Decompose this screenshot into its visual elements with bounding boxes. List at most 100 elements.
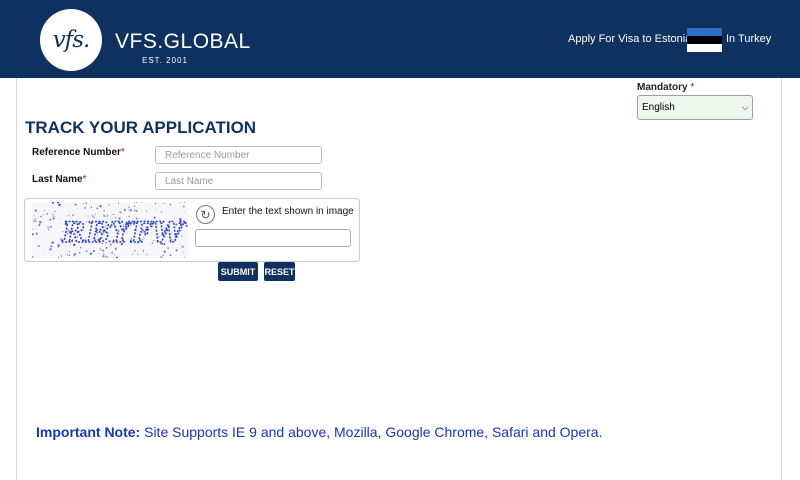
- captcha-noise-dot: [33, 215, 35, 217]
- required-star: *: [690, 82, 695, 93]
- mandatory-label-text: Mandatory: [637, 82, 688, 93]
- reference-number-label: Reference Number*: [32, 147, 125, 158]
- captcha-noise-dot: [34, 209, 37, 212]
- required-star: *: [82, 174, 87, 185]
- captcha-noise-dot: [60, 255, 62, 257]
- captcha-noise-dot: [183, 211, 185, 213]
- captcha-noise-dot: [137, 253, 139, 255]
- language-select[interactable]: English ⌵: [637, 95, 753, 120]
- captcha-noise-dot: [44, 209, 46, 211]
- captcha-noise-dot: [52, 217, 55, 220]
- captcha-noise-dot: [32, 233, 34, 236]
- last-name-input[interactable]: Last Name: [155, 172, 322, 190]
- captcha-noise-dot: [39, 221, 41, 223]
- last-name-label: Last Name*: [32, 174, 86, 185]
- captcha-noise-dot: [101, 249, 103, 252]
- captcha-noise-dot: [90, 206, 93, 208]
- captcha-hint: Enter the text shown in image: [222, 206, 354, 217]
- flag-stripe-white: [687, 44, 722, 52]
- captcha-noise-dot: [50, 245, 53, 248]
- captcha-noise-dot: [112, 214, 114, 215]
- captcha-noise-dot: [183, 256, 186, 258]
- captcha-noise-dot: [52, 215, 55, 218]
- captcha-noise-dot: [128, 207, 130, 209]
- captcha-noise-dot: [135, 209, 138, 212]
- captcha-noise-dot: [74, 253, 76, 256]
- captcha-noise-dot: [185, 224, 188, 228]
- captcha-noise-dot: [113, 254, 115, 256]
- captcha-noise-dot: [103, 210, 105, 212]
- captcha-noise-dot: [42, 210, 44, 212]
- site-header: vfs. VFS.GLOBAL EST. 2001 Apply For Visa…: [0, 0, 800, 78]
- captcha-noise-dot: [78, 251, 81, 254]
- last-name-label-text: Last Name: [32, 174, 83, 185]
- captcha-noise-dot: [182, 205, 185, 208]
- flag-stripe-black: [687, 36, 722, 44]
- estonia-flag-icon: [687, 28, 722, 52]
- captcha-noise-dot: [54, 210, 56, 213]
- chevron-down-icon: ⌵: [741, 102, 749, 112]
- captcha-noise-dot: [119, 211, 122, 214]
- captcha-noise-dot: [142, 250, 144, 252]
- captcha-noise-dot: [77, 208, 79, 210]
- reset-button[interactable]: RESET: [264, 262, 295, 281]
- captcha-noise-dot: [35, 232, 38, 235]
- refresh-icon[interactable]: ↻: [196, 205, 215, 224]
- captcha-noise-dot: [94, 213, 96, 216]
- captcha-noise-dot: [47, 229, 50, 231]
- captcha-noise-dot: [182, 251, 184, 253]
- captcha-noise-dot: [102, 253, 105, 255]
- captcha-noise-dot: [35, 220, 37, 223]
- captcha-noise-dot: [102, 255, 105, 258]
- captcha-noise-dot: [84, 206, 86, 209]
- captcha-noise-dot: [141, 202, 143, 204]
- required-star: *: [120, 147, 125, 158]
- vfs-logo[interactable]: vfs.: [40, 9, 102, 71]
- captcha-noise-dot: [184, 202, 186, 203]
- captcha-noise-dot: [154, 209, 156, 211]
- captcha-noise-dot: [57, 202, 60, 204]
- captcha-noise-dot: [89, 252, 92, 255]
- captcha-svg: RBYFW: [32, 202, 188, 258]
- captcha-noise-dot: [52, 213, 54, 216]
- captcha-noise-dot: [108, 204, 110, 206]
- captcha-noise-dot: [175, 249, 178, 252]
- captcha-noise-dot: [46, 212, 49, 215]
- captcha-noise-dot: [123, 209, 126, 211]
- page-title: TRACK YOUR APPLICATION: [25, 118, 257, 137]
- submit-button[interactable]: SUBMIT: [218, 262, 258, 281]
- captcha-noise-dot: [74, 203, 77, 206]
- captcha-noise-dot: [40, 215, 42, 218]
- captcha-noise-dot: [98, 253, 100, 255]
- brand-name: VFS.GLOBAL: [115, 30, 251, 53]
- reference-number-input[interactable]: Reference Number: [155, 146, 322, 164]
- captcha-noise-dot: [133, 205, 136, 208]
- captcha-noise-dot: [169, 203, 172, 206]
- captcha-noise-dot: [85, 202, 87, 204]
- captcha-noise-dot: [68, 254, 71, 256]
- captcha-noise-dot: [154, 202, 157, 205]
- captcha-noise-dot: [47, 226, 50, 229]
- important-note-text: Site Supports IE 9 and above, Mozilla, G…: [140, 424, 603, 440]
- captcha-noise-dot: [133, 209, 136, 212]
- captcha-noise-dot: [160, 256, 163, 258]
- important-note-prefix: Important Note:: [36, 424, 141, 440]
- captcha-noise-dot: [51, 202, 54, 204]
- captcha-noise-dot: [57, 256, 60, 258]
- captcha-noise-dot: [66, 254, 69, 256]
- captcha-noise-dot: [43, 250, 45, 252]
- language-selected-value: English: [642, 102, 675, 113]
- country-text: In Turkey: [726, 33, 772, 45]
- captcha-noise-dot: [163, 250, 166, 253]
- captcha-noise-dot: [131, 254, 133, 256]
- captcha-noise-dot: [145, 210, 147, 212]
- captcha-input[interactable]: [195, 229, 351, 247]
- captcha-noise-dot: [98, 205, 100, 207]
- captcha-noise-dot: [49, 248, 52, 251]
- captcha-noise-dot: [110, 251, 114, 254]
- captcha-noise-dot: [41, 221, 43, 223]
- captcha-noise-dot: [85, 250, 88, 253]
- important-note: Important Note: Site Supports IE 9 and a…: [36, 424, 602, 440]
- captcha-noise-dot: [49, 218, 52, 221]
- captcha-noise-dot: [146, 253, 147, 255]
